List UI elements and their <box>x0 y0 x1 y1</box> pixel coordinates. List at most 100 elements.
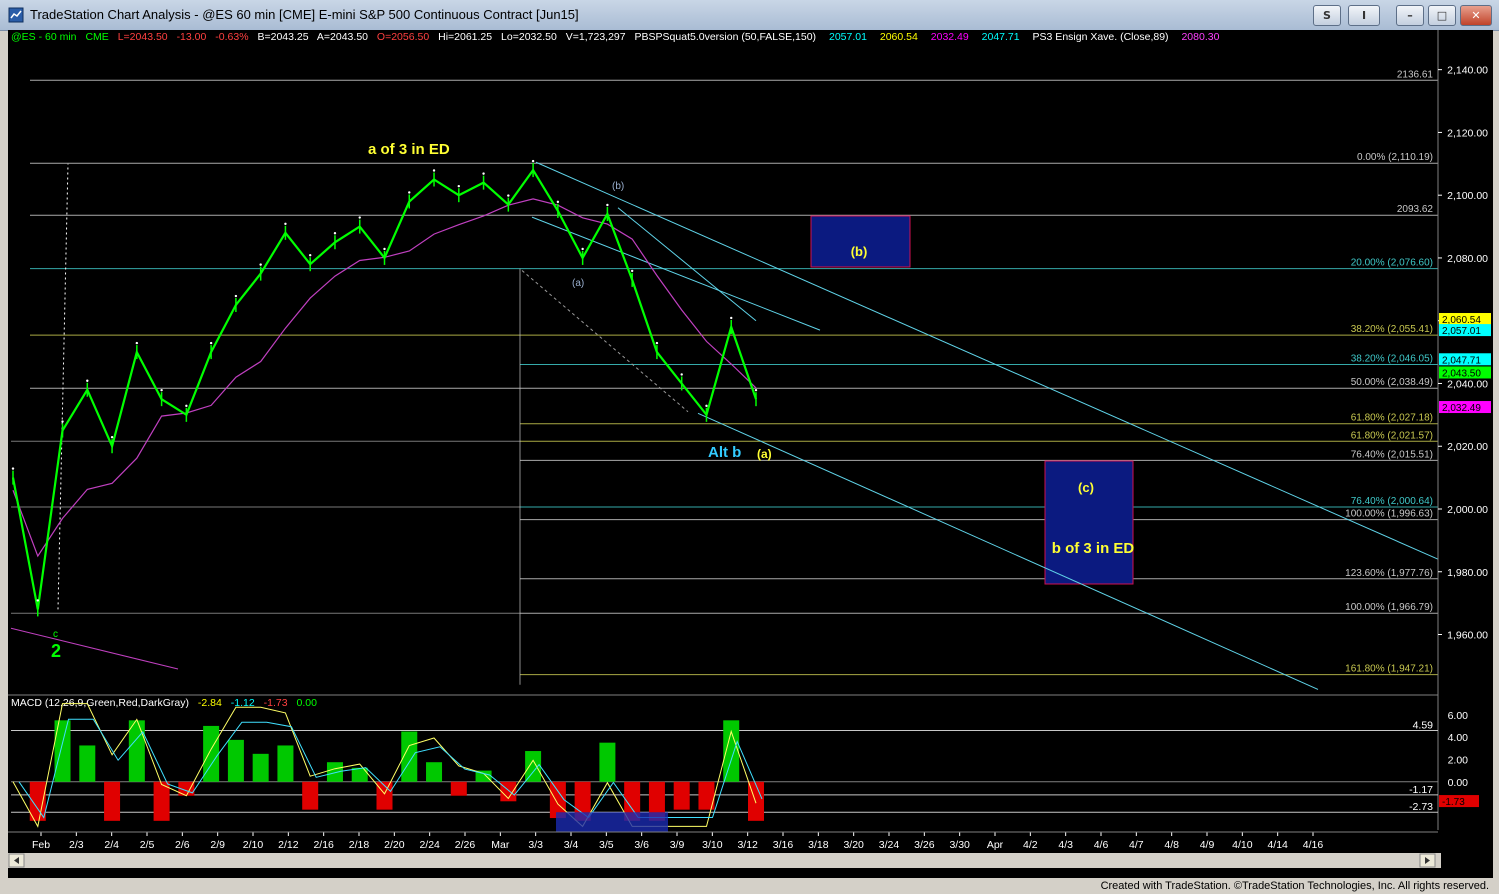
fib-level-label: 2093.62 <box>1397 204 1434 215</box>
macd-histogram-bar <box>252 753 269 782</box>
maximize-button[interactable]: □ <box>1428 5 1456 26</box>
time-tick-label: 4/2 <box>1023 839 1038 851</box>
price-line <box>11 168 758 610</box>
price-tick-label: 2,080.00 <box>1447 253 1488 265</box>
macd-label: MACD (12,26,9,Green,Red,DarkGray) <box>11 697 189 709</box>
title-bar[interactable]: TradeStation Chart Analysis - @ES 60 min… <box>0 0 1499 31</box>
time-tick-label: 2/24 <box>419 839 440 851</box>
price-pivot-dot <box>556 200 560 204</box>
channel-line <box>697 412 1319 690</box>
fib-level-label: 61.80% (2,021.57) <box>1351 430 1433 441</box>
price-pivot-dot <box>754 388 758 392</box>
time-tick-label: 3/10 <box>702 839 723 851</box>
time-tick-label: 3/9 <box>670 839 685 851</box>
price-pivot-dot <box>457 184 460 188</box>
paren-a-label: (a) <box>757 447 772 461</box>
dashed-trend-line <box>57 163 69 610</box>
fib-level-label: 161.80% (1,947.21) <box>1345 664 1433 675</box>
macd-histogram-bar <box>79 745 96 782</box>
price-pivot-dot <box>11 467 15 470</box>
hdr-indicator2: PS3 Ensign Xave. (Close,89) <box>1033 31 1169 43</box>
time-tick-label: 4/3 <box>1058 839 1073 851</box>
price-tick-label: 2,020.00 <box>1447 441 1488 453</box>
time-tick-label: 3/12 <box>737 839 758 851</box>
hdr-ind1-v3: 2032.49 <box>931 31 969 43</box>
hdr-bid: B=2043.25 <box>257 31 308 43</box>
hdr-ind1-v2: 2060.54 <box>880 31 918 43</box>
macd-v1: -2.84 <box>198 697 222 709</box>
channel-line <box>617 207 757 322</box>
price-tick-label: 2,140.00 <box>1447 65 1488 77</box>
time-tick-label: 4/6 <box>1094 839 1109 851</box>
macd-histogram-bar <box>326 762 343 782</box>
hdr-volume: V=1,723,297 <box>566 31 626 43</box>
price-pivot-dot <box>36 599 39 602</box>
copyright-footer: Created with TradeStation. ©TradeStation… <box>1100 880 1489 892</box>
fib-level-label: 38.20% (2,055.41) <box>1351 324 1433 335</box>
macd-level-label: 4.59 <box>1413 719 1434 731</box>
price-pivot-dot <box>531 159 535 163</box>
macd-histogram-bar <box>153 781 170 821</box>
chart-area[interactable]: 2136.61 0.00% (2,110.19) 2093.62 20.00% (2,… <box>8 30 1493 878</box>
time-tick-label: Mar <box>491 839 510 851</box>
price-pivot-dot <box>730 316 733 320</box>
time-tick-label: 2/20 <box>384 839 405 851</box>
time-tick-label: Feb <box>32 839 50 851</box>
price-pivot-dot <box>160 388 163 392</box>
price-pivot-dot <box>234 294 238 298</box>
hdr-open: O=2056.50 <box>377 31 429 43</box>
time-tick-label: 2/6 <box>175 839 190 851</box>
symbol-link-s-button[interactable]: S <box>1313 5 1341 26</box>
fib-level-label: 76.40% (2,000.64) <box>1351 496 1433 507</box>
alt-b-label: Alt b <box>708 444 741 461</box>
channel-line <box>535 161 1439 560</box>
time-axis: Feb 2/3 2/4 2/5 2/6 2/9 2/10 2/12 2/16 2/18 2/20 2/… <box>8 831 1438 851</box>
last-price-tag-label: 2,043.50 <box>1442 368 1481 379</box>
time-tick-label: 3/26 <box>914 839 935 851</box>
wave-a-small-label: (a) <box>572 278 584 289</box>
box-c-label: (c) <box>1078 480 1094 495</box>
fib-level-label: 61.80% (2,027.18) <box>1351 413 1433 424</box>
close-button[interactable]: ✕ <box>1460 5 1492 26</box>
symbol-link-i-button[interactable]: I <box>1348 5 1380 26</box>
quote-header: @ES - 60 min CME L=2043.50 -13.00 -0.63%… <box>11 31 1220 43</box>
price-pivot-dot <box>705 404 708 408</box>
price-pivot-dot <box>185 404 188 408</box>
fib-level-label: 100.00% (1,996.63) <box>1345 509 1433 520</box>
wave-annotations: a of 3 in ED (b) (a) Alt b (a) c 2 <box>51 141 772 661</box>
target-box-b[interactable] <box>810 215 911 268</box>
macd-panel: MACD (12,26,9,Green,Red,DarkGray) -2.84 … <box>8 694 1479 832</box>
time-tick-label: 3/16 <box>773 839 794 851</box>
time-tick-label: 3/18 <box>808 839 829 851</box>
macd-histogram-bar <box>351 767 368 782</box>
price-pivot-dot <box>309 254 312 257</box>
price-tick-label: 2,100.00 <box>1447 190 1488 202</box>
hdr-change: -13.00 <box>177 31 207 43</box>
hdr-ind2-v: 2080.30 <box>1181 31 1219 43</box>
macd-v3: -1.73 <box>264 697 288 709</box>
hdr-low: Lo=2032.50 <box>501 31 557 43</box>
price-pivot-dot <box>408 191 411 194</box>
box-c-sublabel: b of 3 in ED <box>1052 540 1135 557</box>
horizontal-scrollbar[interactable] <box>8 853 1441 868</box>
price-pivot-dot <box>86 379 89 382</box>
price-tick-label: 1,960.00 <box>1447 630 1488 642</box>
time-tick-label: 4/16 <box>1303 839 1324 851</box>
time-tick-label: 4/8 <box>1164 839 1179 851</box>
macd-histogram-bar <box>277 745 294 782</box>
fibonacci-levels: 2136.61 0.00% (2,110.19) 2093.62 20.00% (2,… <box>11 69 1438 685</box>
price-pivot-dot <box>358 216 361 219</box>
minimize-button[interactable]: – <box>1396 5 1424 26</box>
price-pivot-dot <box>333 232 337 235</box>
hdr-ask: A=2043.50 <box>317 31 368 43</box>
time-tick-label: 2/3 <box>69 839 84 851</box>
macd-tick-label: 0.00 <box>1448 777 1469 789</box>
price-chart[interactable]: 2136.61 0.00% (2,110.19) 2093.62 20.00% (2,… <box>8 30 1493 878</box>
last-price-tag-label: 2,047.71 <box>1442 355 1481 366</box>
price-pivot-dot <box>383 247 386 251</box>
time-tick-label: 4/14 <box>1267 839 1288 851</box>
chart-header: @ES - 60 min CME L=2043.50 -13.00 -0.63%… <box>11 31 1220 43</box>
time-tick-label: 2/5 <box>140 839 155 851</box>
macd-histogram-bar <box>128 720 145 782</box>
price-pivot-dot <box>110 436 114 439</box>
